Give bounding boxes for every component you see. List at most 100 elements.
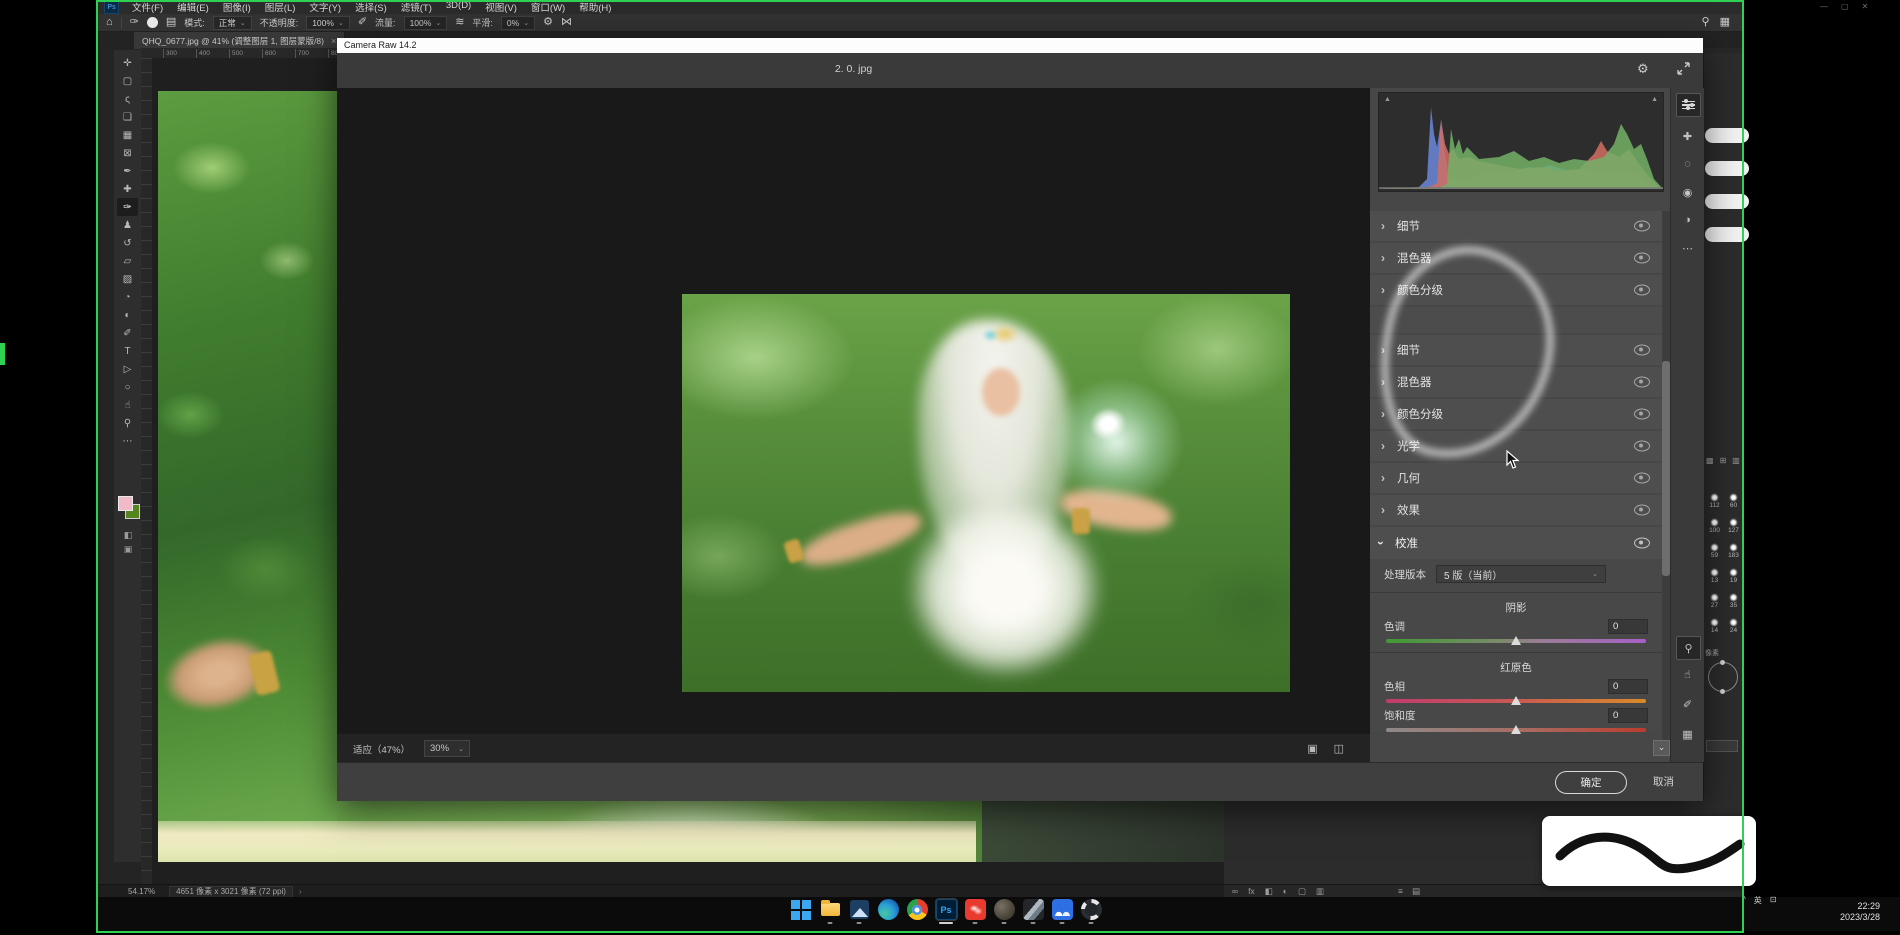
trash-icon[interactable]: ▥ — [1732, 456, 1740, 465]
minimize-icon[interactable]: — — [1820, 2, 1828, 11]
brush-preset[interactable]: 13 — [1705, 567, 1724, 592]
gear-icon[interactable]: ⚙ — [543, 17, 553, 28]
menu-item[interactable]: 视图(V) — [478, 0, 524, 14]
gear-icon[interactable]: ⚙ — [1637, 61, 1649, 77]
tool-button[interactable]: ☝ — [117, 396, 138, 414]
tool-button[interactable]: ▱ — [117, 252, 138, 270]
menu-item[interactable]: 帮助(H) — [572, 0, 618, 14]
menu-item[interactable]: 编辑(E) — [170, 0, 216, 14]
menu-item[interactable]: 选择(S) — [348, 0, 394, 14]
eye-icon[interactable] — [1634, 345, 1650, 356]
brush-preset[interactable]: 183 — [1724, 542, 1743, 567]
smoothing-select[interactable]: 0%⌄ — [501, 16, 535, 30]
zoom-level-select[interactable]: 30% ⌄ — [424, 740, 470, 757]
tool-button[interactable]: ◔ — [117, 288, 138, 306]
status-zoom-level[interactable]: 54.17% — [128, 887, 155, 896]
healing-icon[interactable]: ✚ — [1671, 130, 1704, 143]
panel-section-collapsed[interactable]: › 效果 — [1370, 495, 1662, 525]
tool-button[interactable]: ⊠ — [117, 144, 138, 162]
obs-button[interactable] — [1081, 899, 1102, 920]
preview-toggle-icon[interactable]: ▣ — [1307, 742, 1317, 755]
cancel-button[interactable]: 取消 — [1653, 774, 1674, 789]
workspace-icon[interactable]: ▦ — [1720, 17, 1730, 28]
brush-preset[interactable]: 60 — [1724, 492, 1743, 517]
symmetry-icon[interactable]: ⋈ — [561, 17, 572, 28]
touch-keyboard-icon[interactable]: ⊡ — [1770, 895, 1777, 906]
eye-icon[interactable] — [1634, 377, 1650, 388]
more-icon[interactable]: ⋯ — [1671, 242, 1704, 255]
chrome-button[interactable] — [907, 899, 928, 920]
tool-button[interactable]: ς — [117, 90, 138, 108]
tool-button[interactable]: ⚲ — [117, 414, 138, 432]
folder-icon[interactable]: ▩ — [1706, 456, 1714, 465]
design-app-button[interactable] — [1023, 899, 1044, 920]
brush-preset[interactable]: 127 — [1724, 517, 1743, 542]
brush-stroke-preview[interactable] — [1705, 194, 1749, 209]
tint-value-field[interactable]: 0 — [1608, 619, 1648, 634]
eye-icon[interactable] — [1634, 285, 1650, 296]
tool-button[interactable]: ◐ — [117, 306, 138, 324]
status-arrow-icon[interactable]: › — [299, 887, 302, 896]
flow-select[interactable]: 100%⌄ — [404, 16, 448, 30]
taskbar-clock[interactable]: 22:29 2023/3/28 — [1788, 901, 1880, 923]
tool-button[interactable]: ▨ — [117, 270, 138, 288]
link-icon[interactable]: ∞ — [1232, 886, 1238, 897]
scroll-down-button[interactable]: ⌄ — [1653, 740, 1670, 756]
saturation-value-field[interactable]: 0 — [1608, 708, 1648, 723]
ime-indicator[interactable]: 英 — [1754, 895, 1762, 906]
eye-icon[interactable] — [1634, 505, 1650, 516]
menu-item[interactable]: 图像(I) — [216, 0, 258, 14]
group-icon[interactable]: ▢ — [1298, 886, 1306, 897]
brush-setting-field[interactable] — [1706, 740, 1738, 752]
masking-icon[interactable]: ◌ — [1671, 158, 1704, 170]
brush-preview-icon[interactable] — [147, 17, 158, 28]
blue-app-button[interactable] — [1052, 899, 1073, 920]
process-version-select[interactable]: 5 版（当前） ⌄ — [1436, 565, 1606, 583]
camera-app-button[interactable] — [994, 899, 1015, 920]
home-icon[interactable]: ⌂ — [106, 17, 113, 28]
histogram[interactable]: ▲ ▲ — [1378, 92, 1664, 192]
brush-preset[interactable]: 35 — [1724, 592, 1743, 617]
scrollbar-thumb[interactable] — [1662, 361, 1670, 576]
tool-button[interactable]: ✑ — [117, 198, 138, 216]
brush-stroke-preview[interactable] — [1705, 227, 1749, 242]
brush-tool-icon[interactable]: ✑ — [130, 17, 139, 28]
dialog-title-bar[interactable]: Camera Raw 14.2 — [337, 38, 1703, 53]
adjustment-icon[interactable]: ◐ — [1283, 886, 1288, 897]
tool-button[interactable]: T — [117, 342, 138, 360]
brush-preset[interactable]: 19 — [1724, 567, 1743, 592]
opacity-select[interactable]: 100%⌄ — [306, 16, 350, 30]
hue-value-field[interactable]: 0 — [1608, 679, 1648, 694]
add-icon[interactable]: ⊞ — [1720, 456, 1727, 465]
panel-toggle-icon[interactable]: ▤ — [166, 17, 176, 28]
brush-preset[interactable]: 14 — [1705, 617, 1724, 642]
photos-button[interactable] — [849, 899, 870, 920]
panel-section-collapsed[interactable]: › 细节 — [1370, 211, 1662, 241]
tool-button[interactable]: ✐ — [117, 324, 138, 342]
brush-stroke-preview[interactable] — [1705, 161, 1749, 176]
menu-item[interactable]: 滤镜(T) — [394, 0, 439, 14]
eye-icon[interactable] — [1634, 253, 1650, 264]
close-icon[interactable]: ✕ — [1862, 2, 1869, 11]
file-explorer-button[interactable] — [820, 899, 841, 920]
red-eye-icon[interactable]: ◉ — [1671, 186, 1704, 199]
mode-select[interactable]: 正常⌄ — [213, 16, 252, 30]
close-icon[interactable]: × — [331, 36, 336, 46]
tool-button[interactable]: ✒ — [117, 162, 138, 180]
calibration-header[interactable]: › 校准 — [1370, 527, 1662, 559]
tool-button[interactable]: ♟ — [117, 216, 138, 234]
maximize-icon[interactable]: ▢ — [1841, 2, 1849, 11]
tool-button[interactable]: ❏ — [117, 108, 138, 126]
search-icon[interactable]: ⚲ — [1702, 17, 1710, 28]
slider-thumb[interactable] — [1511, 636, 1521, 645]
brush-preset[interactable]: 100 — [1705, 517, 1724, 542]
document-canvas-left[interactable] — [158, 91, 337, 862]
brush-preset[interactable]: 27 — [1705, 592, 1724, 617]
eye-icon[interactable] — [1634, 409, 1650, 420]
menu-item[interactable]: 文件(F) — [125, 0, 170, 14]
photoshop-button[interactable]: Ps — [936, 899, 957, 920]
tool-button[interactable]: ⋯ — [117, 432, 138, 450]
hand-tool-icon[interactable]: ☝ — [1671, 668, 1704, 681]
brush-preset[interactable]: 24 — [1724, 617, 1743, 642]
fx-icon[interactable]: fx — [1248, 886, 1255, 897]
